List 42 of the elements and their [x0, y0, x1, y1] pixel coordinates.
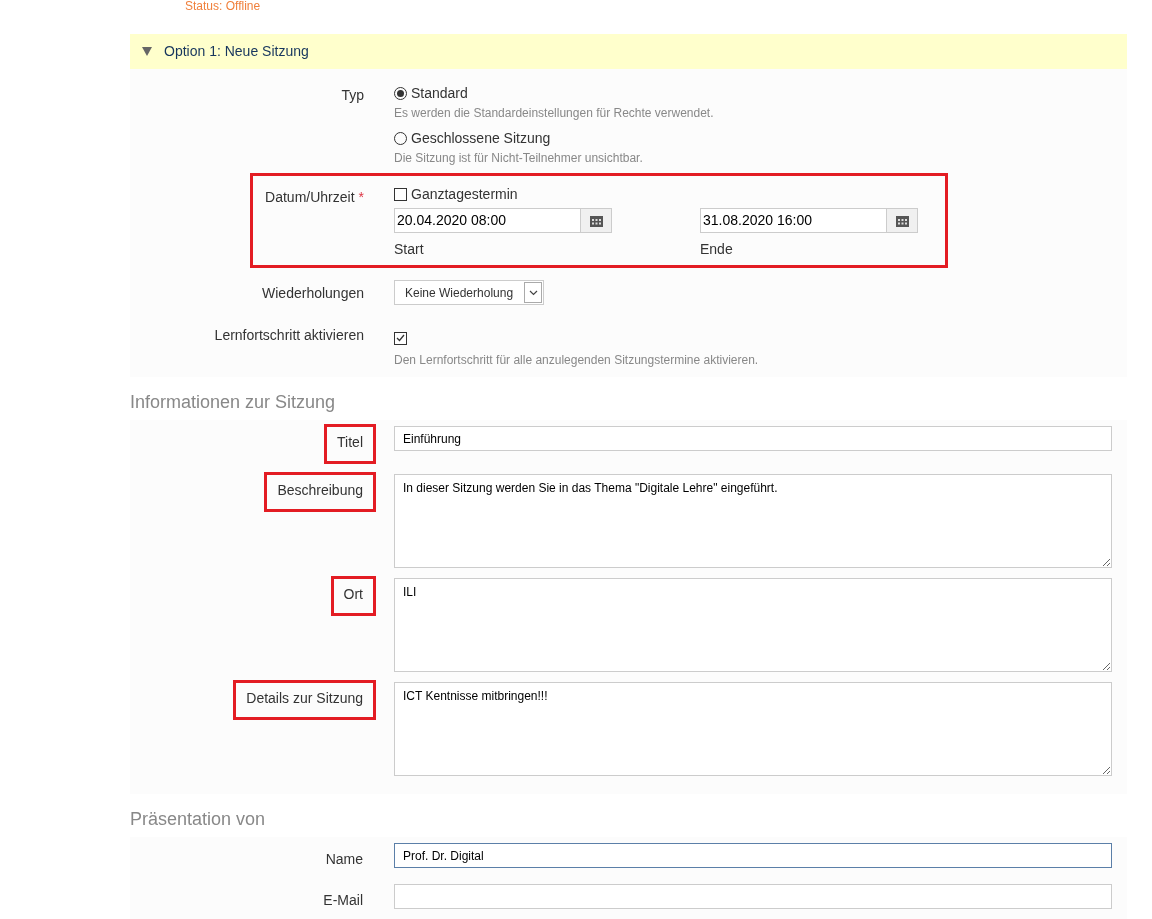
- field-label: Name: [324, 850, 364, 869]
- field-label: Lernfortschritt aktivieren: [214, 327, 364, 343]
- checkbox-label[interactable]: Ganztagestermin: [411, 184, 518, 205]
- text-area[interactable]: ILI: [394, 578, 1112, 672]
- status-text: Status: Offline: [185, 0, 262, 12]
- section-heading: Informationen zur Sitzung: [130, 391, 337, 414]
- caret-icon: [528, 289, 538, 296]
- text-area[interactable]: In dieser Sitzung werden Sie in das Thema "Digitale Lehre" eingeführt.: [394, 474, 1112, 568]
- hint-text: Es werden die Standardeinstellungen für Rechte verwendet.: [394, 105, 715, 122]
- checkbox[interactable]: [394, 188, 407, 201]
- field-label: Titel: [324, 424, 376, 464]
- calendar-button[interactable]: [581, 208, 612, 233]
- field-label: E-Mail: [322, 891, 364, 910]
- checkbox[interactable]: [394, 331, 407, 345]
- calendar-button[interactable]: [887, 208, 918, 233]
- field-label: Ort: [330, 576, 376, 616]
- calendar-icon: [589, 214, 603, 227]
- hint-text: Den Lernfortschritt für alle anzulegenden Sitzungstermine aktivieren.: [394, 352, 760, 369]
- date-caption: Ende: [700, 240, 734, 259]
- section-header[interactable]: Option 1: Neue Sitzung: [130, 34, 1127, 69]
- text-field[interactable]: Einführung: [394, 426, 1112, 451]
- date-field[interactable]: 31.08.2020 16:00: [700, 208, 887, 233]
- hint-text: Die Sitzung ist für Nicht-Teilnehmer unsichtbar.: [394, 150, 644, 167]
- required-mark: *: [358, 189, 364, 205]
- section-heading: Präsentation von: [130, 808, 267, 831]
- date-field[interactable]: 20.04.2020 08:00: [394, 208, 581, 233]
- repeat-select[interactable]: Keine Wiederholung: [394, 280, 544, 305]
- radio-label[interactable]: Geschlossene Sitzung: [411, 128, 551, 149]
- text-field[interactable]: Prof. Dr. Digital: [394, 843, 1112, 868]
- text-area[interactable]: ICT Kentnisse mitbringen!!!: [394, 682, 1112, 776]
- section-title: Option 1: Neue Sitzung: [164, 42, 309, 61]
- field-label: Beschreibung: [264, 472, 376, 512]
- text-field[interactable]: [394, 884, 1112, 909]
- date-caption: Start: [394, 240, 425, 259]
- field-label: Details zur Sitzung: [233, 680, 376, 720]
- radio-label[interactable]: Standard: [411, 83, 468, 104]
- field-label: Wiederholungen: [262, 285, 364, 301]
- field-label: Datum/Uhrzeit: [265, 189, 355, 205]
- collapse-icon[interactable]: [142, 47, 152, 56]
- select-value: Keine Wiederholung: [405, 284, 514, 302]
- field-label: Typ: [341, 87, 364, 103]
- calendar-icon: [895, 214, 909, 227]
